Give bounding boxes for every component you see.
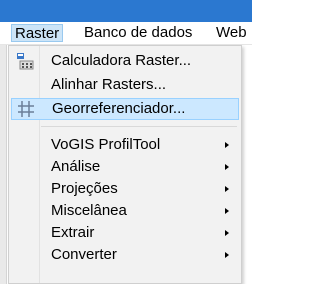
- submenu-arrow-icon: [225, 186, 229, 192]
- menu-item-georreferenciador[interactable]: Georreferenciador...: [11, 98, 239, 120]
- menu-item-vogis-profiltool[interactable]: VoGIS ProfilTool: [11, 134, 239, 156]
- menu-item-miscelanea[interactable]: Miscelânea: [11, 200, 239, 222]
- menu-item-label: Alinhar Rasters...: [51, 76, 167, 93]
- submenu-arrow-icon: [225, 230, 229, 236]
- menu-item-calculadora-raster[interactable]: Calculadora Raster...: [11, 50, 239, 72]
- menu-item-extrair[interactable]: Extrair: [11, 222, 239, 244]
- background-window-edge: [0, 45, 7, 284]
- raster-dropdown-menu: Calculadora Raster... Alinhar Rasters...…: [8, 45, 242, 284]
- menu-item-label: Miscelânea: [51, 202, 127, 219]
- menu-item-label: VoGIS ProfilTool: [51, 136, 161, 153]
- submenu-arrow-icon: [225, 142, 229, 148]
- submenu-arrow-icon: [225, 164, 229, 170]
- menu-bar: Raster Banco de dados Web: [0, 22, 252, 45]
- menu-item-label: Calculadora Raster...: [51, 52, 192, 69]
- menu-item-label: Georreferenciador...: [52, 100, 186, 117]
- menu-item-label: Projeções: [51, 180, 118, 197]
- window-title-bar: [0, 0, 252, 22]
- submenu-arrow-icon: [225, 208, 229, 214]
- menu-item-label: Extrair: [51, 224, 95, 241]
- menu-separator: [41, 126, 237, 127]
- menu-item-alinhar-rasters[interactable]: Alinhar Rasters...: [11, 74, 239, 96]
- submenu-arrow-icon: [225, 252, 229, 258]
- menu-banco-de-dados[interactable]: Banco de dados: [84, 24, 192, 42]
- menu-item-analise[interactable]: Análise: [11, 156, 239, 178]
- menu-item-label: Converter: [51, 246, 117, 263]
- georeferencer-grid-icon: [17, 100, 35, 118]
- menu-raster[interactable]: Raster: [11, 24, 64, 42]
- menu-item-projecoes[interactable]: Projeções: [11, 178, 239, 200]
- menu-item-converter[interactable]: Converter: [11, 244, 239, 266]
- menu-item-label: Análise: [51, 158, 101, 175]
- menu-web[interactable]: Web: [216, 24, 247, 42]
- calculator-icon: [16, 52, 34, 70]
